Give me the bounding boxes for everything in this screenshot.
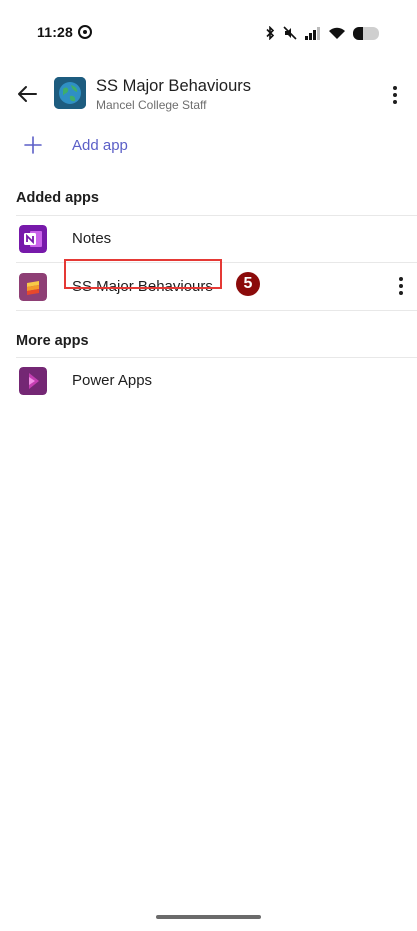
onenote-icon (19, 225, 47, 253)
app-item-power-apps[interactable]: Power Apps (0, 358, 417, 404)
page-title: SS Major Behaviours (96, 77, 251, 95)
section-title-added-apps: Added apps (16, 190, 99, 206)
highlight-box (64, 259, 222, 289)
add-app-button[interactable]: Add app (0, 128, 417, 164)
more-options-icon[interactable] (397, 276, 405, 296)
status-time: 11:28 (37, 24, 74, 40)
app-item-ss-major-behaviours[interactable]: SS Major Behaviours 5 (0, 259, 417, 310)
section-title-more-apps: More apps (16, 333, 89, 349)
mute-icon (283, 26, 297, 40)
power-apps-icon (19, 367, 47, 395)
plus-icon (24, 136, 42, 154)
team-avatar (54, 77, 86, 109)
status-bar: 11:28 (0, 0, 417, 66)
back-arrow-icon[interactable] (15, 82, 39, 106)
data-saver-icon (78, 25, 92, 39)
status-icons (265, 25, 379, 41)
app-label-notes: Notes (72, 230, 112, 247)
app-label-power-apps: Power Apps (72, 372, 153, 389)
battery-icon (353, 26, 379, 40)
lists-app-icon (19, 273, 47, 301)
bluetooth-icon (266, 26, 275, 40)
add-app-label: Add app (72, 137, 128, 154)
divider (16, 310, 417, 311)
home-indicator[interactable] (156, 915, 261, 919)
globe-icon (54, 77, 86, 109)
signal-icon (305, 26, 320, 40)
more-options-icon[interactable] (391, 85, 399, 105)
app-header: SS Major Behaviours Mancel College Staff (0, 66, 417, 122)
wifi-icon (329, 27, 345, 39)
page-subtitle: Mancel College Staff (96, 98, 207, 112)
step-badge: 5 (236, 272, 260, 296)
app-item-notes[interactable]: Notes (0, 216, 417, 262)
